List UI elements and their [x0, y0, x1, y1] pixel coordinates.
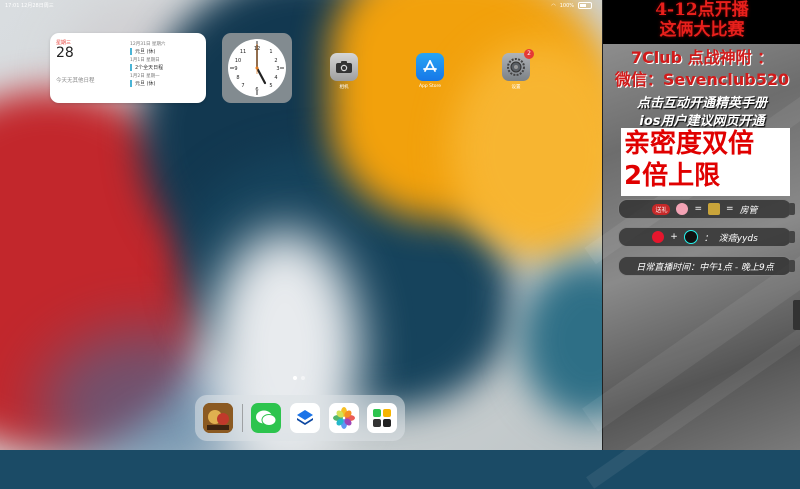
svg-text:10: 10 [235, 58, 241, 64]
gift-moderator-pill: 送礼 = = 房管 [618, 199, 795, 219]
settings-badge: 2 [524, 49, 534, 59]
rocket-icon [708, 203, 720, 215]
svg-text:7: 7 [241, 83, 244, 89]
equals-sign: = [694, 204, 702, 214]
svg-text:4: 4 [274, 75, 277, 81]
calendar-event-list: 12月31日 星期六 元旦 (休) 1月1日 星期日 2个全天日程 1月2日 星… [130, 39, 204, 89]
event-title: 元旦 (休) [130, 48, 204, 55]
plus-sign: + [670, 232, 678, 242]
banner-line-2: 这俩大比赛 [659, 20, 745, 40]
battery-icon [578, 2, 592, 9]
pill-edge [789, 260, 795, 272]
photos-icon[interactable] [329, 403, 359, 433]
wechat-promo-text: 微信：Sevenclub520 [614, 70, 790, 89]
calendar-day-number: 28 [56, 45, 74, 61]
svg-text:1: 1 [269, 49, 272, 55]
colon-sign: ： [703, 233, 713, 244]
pill-edge [789, 231, 795, 243]
stream-schedule-banner: 4-12点开播 这俩大比赛 [603, 0, 800, 44]
svg-text:9: 9 [234, 66, 237, 72]
pill-edge [789, 203, 795, 215]
camera-app[interactable]: 相机 [328, 53, 360, 90]
event-date: 1月2日 星期一 [130, 74, 160, 79]
svg-text:3: 3 [276, 66, 279, 72]
moderator-text: 房管 [739, 205, 758, 216]
page-dot-active [293, 376, 297, 380]
banner-line-1: 4-12点开播 [655, 0, 749, 20]
status-indicators: ◠ 100% [551, 2, 592, 9]
event-date: 1月1日 星期日 [130, 58, 160, 63]
dock-divider [242, 404, 243, 432]
svg-text:5: 5 [269, 83, 272, 89]
clock-widget[interactable]: 1212 345 678 91011 [222, 33, 292, 103]
club-promo-text: 7Club 点战神附 ： [630, 48, 774, 67]
social-accounts-pill: + ： 泼痞yyds [618, 227, 795, 247]
wallpaper-shape [520, 260, 602, 420]
equals-sign: = [726, 204, 734, 214]
game-app-icon[interactable] [203, 403, 233, 433]
app-store-label: App Store [418, 84, 442, 89]
camera-label: 相机 [339, 85, 349, 90]
wifi-icon: ◠ [551, 2, 556, 9]
calendar-empty-text: 今天无其他日程 [56, 78, 95, 84]
tiktok-icon [683, 230, 698, 244]
svg-text:11: 11 [240, 49, 246, 55]
app-store-icon [416, 53, 444, 81]
battery-percent: 100% [559, 2, 574, 9]
settings-gear-icon: 2 [502, 49, 534, 81]
weibo-icon [652, 231, 665, 243]
stream-hours-pill: 日常直播时间：中午1点 - 晚上9点 [618, 256, 795, 276]
calendar-widget[interactable]: 星期三 28 今天无其他日程 12月31日 星期六 元旦 (休) 1月1日 星期… [50, 33, 206, 103]
settings-label: 设置 [511, 85, 521, 90]
event-title: 2个全天日程 [130, 64, 204, 71]
gift-icon [676, 203, 689, 215]
app-folder-icon[interactable] [367, 403, 397, 433]
intimacy-line-2: 2倍上限 [624, 161, 721, 191]
intimacy-promo-box: 亲密度双倍 2倍上限 [621, 128, 790, 196]
svg-text:2: 2 [274, 58, 277, 64]
svg-text:6: 6 [255, 87, 258, 93]
layers-app-icon[interactable] [290, 403, 320, 433]
stream-overlay-panel: 4-12点开播 这俩大比赛 7Club 点战神附 ： 微信：Sevenclub5… [582, 0, 800, 489]
page-indicator[interactable] [293, 376, 305, 380]
ios-promo-text: ios用户建议网页开通 [639, 114, 765, 129]
event-date: 12月31日 星期六 [130, 42, 166, 47]
intimacy-line-1: 亲密度双倍 [624, 129, 755, 159]
clock-face-icon: 1212 345 678 91011 [228, 39, 286, 97]
gift-badge: 送礼 [652, 203, 671, 215]
social-handle-text: 泼痞yyds [718, 233, 758, 244]
manual-promo-text: 点击互动开通精英手册 [636, 96, 767, 111]
dock [195, 395, 405, 441]
settings-app[interactable]: 2 设置 [500, 49, 534, 90]
overlay-side-tab [793, 300, 800, 330]
camera-icon [330, 53, 358, 81]
stream-hours-text: 日常直播时间：中午1点 - 晚上9点 [636, 262, 774, 273]
home-screen-wallpaper: 17:01 12月28日周三 ◠ 100% 星期三 28 今天无其他日程 12月… [0, 0, 602, 450]
status-time: 17:01 12月28日周三 [5, 3, 54, 9]
wechat-icon[interactable] [251, 403, 281, 433]
event-title: 元旦 (休) [130, 80, 204, 87]
app-store-app[interactable]: App Store [414, 53, 446, 89]
status-bar: 17:01 12月28日周三 ◠ 100% [0, 0, 602, 12]
page-dot [301, 376, 305, 380]
svg-text:8: 8 [236, 75, 239, 81]
